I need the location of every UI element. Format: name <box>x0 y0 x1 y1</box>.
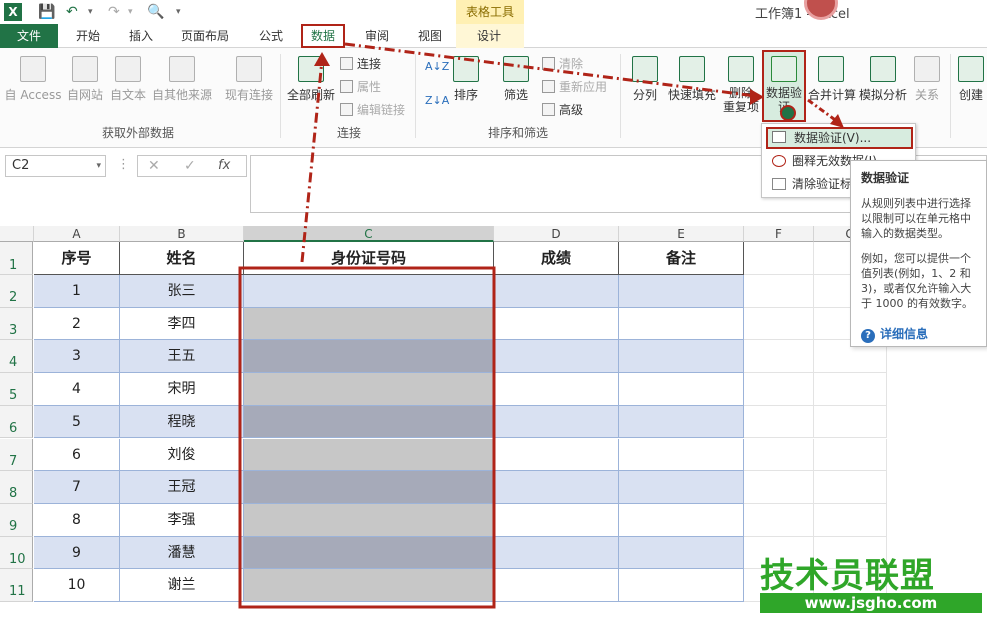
annotation-arrow-to-data-tab <box>300 59 324 263</box>
watermark-logo: 技术员联盟 <box>760 556 935 596</box>
arrowhead <box>750 89 764 105</box>
validation-dropdown-icon[interactable] <box>780 105 796 121</box>
arrowhead <box>314 52 330 66</box>
annotation-arrow-to-menu <box>807 98 839 124</box>
selection-highlight-box <box>238 266 496 609</box>
annotation-arrow-to-validation <box>344 42 757 98</box>
watermark-url: www.jsgho.com <box>760 593 982 613</box>
annotation-overlay <box>238 42 844 609</box>
